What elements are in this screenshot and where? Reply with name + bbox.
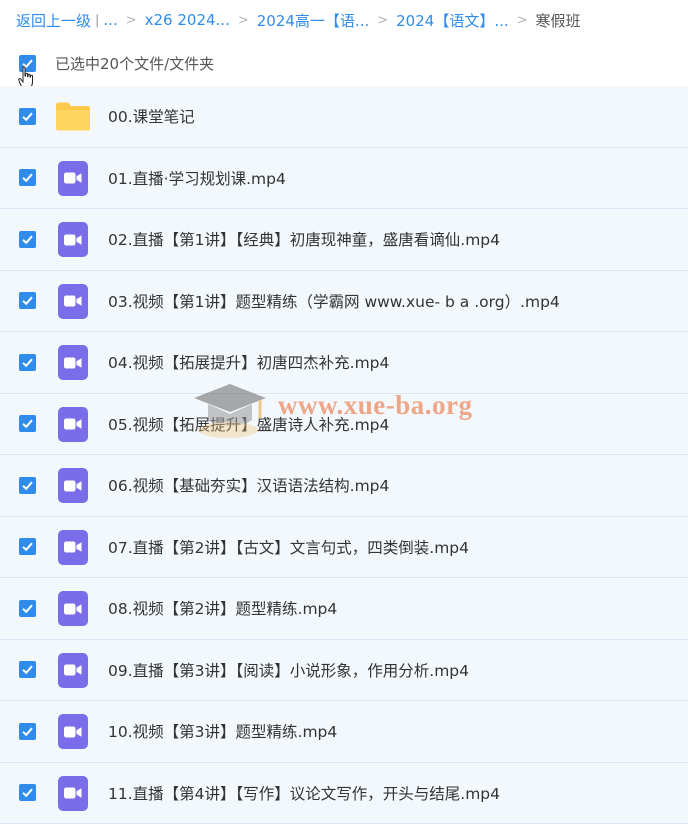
file-name[interactable]: 06.视频【基础夯实】汉语语法结构.mp4 — [108, 474, 389, 496]
check-icon — [21, 663, 34, 676]
file-row[interactable]: 02.直播【第1讲】【经典】初唐现神童，盛唐看谪仙.mp4 — [0, 209, 688, 271]
chevron-right-icon: > — [517, 13, 528, 28]
file-row[interactable]: 00.课堂笔记 — [0, 86, 688, 148]
file-row[interactable]: 06.视频【基础夯实】汉语语法结构.mp4 — [0, 455, 688, 517]
check-icon — [21, 540, 34, 553]
check-icon — [21, 725, 34, 738]
video-file-icon — [58, 222, 88, 257]
file-name[interactable]: 02.直播【第1讲】【经典】初唐现神童，盛唐看谪仙.mp4 — [108, 228, 500, 250]
selection-bar: 已选中20个文件/文件夹 — [0, 40, 688, 86]
file-name[interactable]: 03.视频【第1讲】题型精练（学霸网 www.xue- b a .org）.mp… — [108, 290, 560, 312]
file-name[interactable]: 01.直播·学习规划课.mp4 — [108, 167, 286, 189]
chevron-right-icon: > — [126, 13, 137, 28]
video-file-icon — [58, 284, 88, 319]
file-name[interactable]: 07.直播【第2讲】【古文】文言句式，四类倒装.mp4 — [108, 536, 469, 558]
breadcrumb-divider: | — [95, 13, 99, 28]
selection-count-text: 已选中20个文件/文件夹 — [55, 53, 214, 74]
breadcrumb-item-x26[interactable]: x26 2024... — [145, 11, 230, 29]
row-checkbox[interactable] — [19, 723, 36, 740]
file-name[interactable]: 04.视频【拓展提升】初唐四杰补充.mp4 — [108, 351, 389, 373]
row-checkbox[interactable] — [19, 108, 36, 125]
file-row[interactable]: 09.直播【第3讲】【阅读】小说形象，作用分析.mp4 — [0, 640, 688, 702]
row-checkbox[interactable] — [19, 169, 36, 186]
file-name[interactable]: 00.课堂笔记 — [108, 105, 195, 127]
breadcrumb-item-subject[interactable]: 2024【语文】... — [396, 10, 508, 31]
folder-icon — [55, 98, 91, 134]
row-checkbox[interactable] — [19, 600, 36, 617]
breadcrumb-current: 寒假班 — [536, 10, 581, 31]
check-icon — [21, 356, 34, 369]
file-name[interactable]: 10.视频【第3讲】题型精练.mp4 — [108, 720, 337, 742]
row-checkbox[interactable] — [19, 292, 36, 309]
video-file-icon — [58, 468, 88, 503]
breadcrumb: 返回上一级 | ... > x26 2024... > 2024高一【语... … — [0, 0, 688, 40]
row-checkbox[interactable] — [19, 661, 36, 678]
row-checkbox[interactable] — [19, 538, 36, 555]
check-icon — [21, 479, 34, 492]
file-row[interactable]: 11.直播【第4讲】【写作】议论文写作，开头与结尾.mp4 — [0, 763, 688, 824]
chevron-right-icon: > — [238, 13, 249, 28]
video-file-icon — [58, 407, 88, 442]
file-row[interactable]: 08.视频【第2讲】题型精练.mp4 — [0, 578, 688, 640]
row-checkbox[interactable] — [19, 784, 36, 801]
file-name[interactable]: 05.视频【拓展提升】盛唐诗人补充.mp4 — [108, 413, 389, 435]
file-row[interactable]: 01.直播·学习规划课.mp4 — [0, 148, 688, 210]
file-list: 00.课堂笔记 01.直播·学习规划课.mp4 02.直播【第1讲】【经典】初唐现神… — [0, 86, 688, 824]
file-name[interactable]: 09.直播【第3讲】【阅读】小说形象，作用分析.mp4 — [108, 659, 469, 681]
check-icon — [21, 602, 34, 615]
video-file-icon — [58, 530, 88, 565]
file-name[interactable]: 11.直播【第4讲】【写作】议论文写作，开头与结尾.mp4 — [108, 782, 500, 804]
file-row[interactable]: 04.视频【拓展提升】初唐四杰补充.mp4 — [0, 332, 688, 394]
file-row[interactable]: 07.直播【第2讲】【古文】文言句式，四类倒装.mp4 — [0, 517, 688, 579]
video-file-icon — [58, 591, 88, 626]
file-row[interactable]: 03.视频【第1讲】题型精练（学霸网 www.xue- b a .org）.mp… — [0, 271, 688, 333]
video-file-icon — [58, 653, 88, 688]
check-icon — [21, 786, 34, 799]
breadcrumb-item-grade[interactable]: 2024高一【语... — [257, 10, 369, 31]
check-icon — [21, 417, 34, 430]
video-file-icon — [58, 161, 88, 196]
file-row[interactable]: 10.视频【第3讲】题型精练.mp4 — [0, 701, 688, 763]
video-file-icon — [58, 776, 88, 811]
row-checkbox[interactable] — [19, 477, 36, 494]
video-file-icon — [58, 345, 88, 380]
breadcrumb-item-ellipsis[interactable]: ... — [103, 11, 117, 29]
check-icon — [21, 171, 34, 184]
check-icon — [21, 110, 34, 123]
video-file-icon — [58, 714, 88, 749]
back-link[interactable]: 返回上一级 — [16, 10, 91, 31]
row-checkbox[interactable] — [19, 231, 36, 248]
file-name[interactable]: 08.视频【第2讲】题型精练.mp4 — [108, 597, 337, 619]
file-row[interactable]: 05.视频【拓展提升】盛唐诗人补充.mp4 — [0, 394, 688, 456]
check-icon — [21, 294, 34, 307]
chevron-right-icon: > — [377, 13, 388, 28]
row-checkbox[interactable] — [19, 354, 36, 371]
row-checkbox[interactable] — [19, 415, 36, 432]
check-icon — [21, 233, 34, 246]
